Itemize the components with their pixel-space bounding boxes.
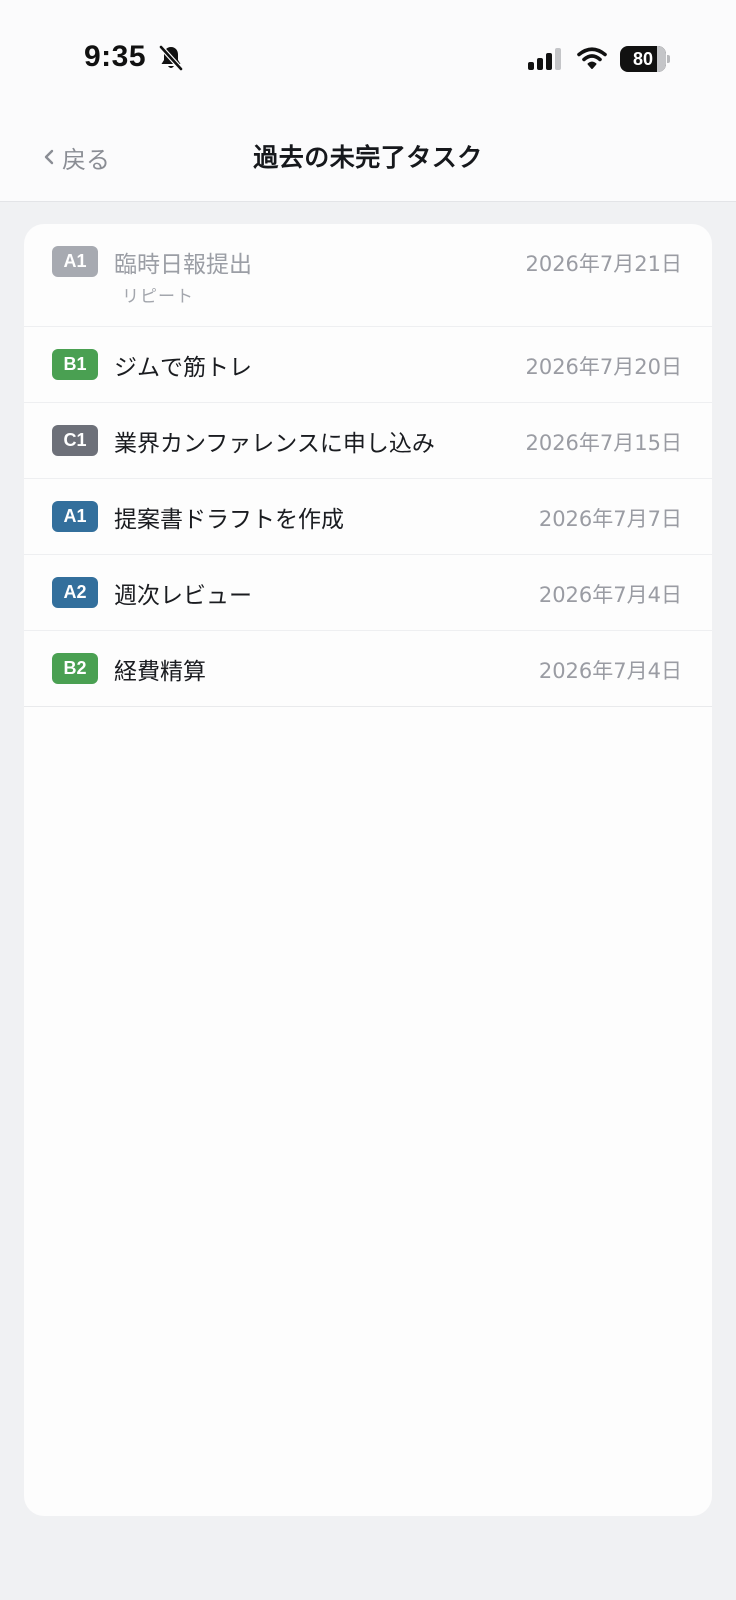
task-name: 臨時日報提出 bbox=[114, 252, 252, 278]
battery-indicator: 80 bbox=[620, 46, 670, 72]
navigation-bar: 戻る 過去の未完了タスク bbox=[0, 120, 736, 190]
priority-badge: B2 bbox=[52, 653, 98, 684]
priority-badge: C1 bbox=[52, 425, 98, 456]
task-date: 2026年7月20日 bbox=[525, 355, 682, 379]
task-date: 2026年7月4日 bbox=[538, 583, 682, 607]
task-row[interactable]: A1 臨時日報提出 リピート 2026年7月21日 bbox=[24, 224, 712, 327]
task-date: 2026年7月7日 bbox=[538, 507, 682, 531]
task-row[interactable]: B2 経費精算 2026年7月4日 bbox=[24, 631, 712, 707]
cellular-signal-icon bbox=[528, 48, 561, 70]
task-name: 業界カンファレンスに申し込み bbox=[114, 431, 435, 457]
task-date: 2026年7月15日 bbox=[525, 431, 682, 455]
task-name: ジムで筋トレ bbox=[114, 355, 252, 381]
task-name: 提案書ドラフトを作成 bbox=[114, 507, 344, 533]
screen: 9:35 80 戻る 過去の未完了タスク A1 臨時日報提出 リピート 2026… bbox=[0, 0, 736, 1600]
wifi-icon bbox=[577, 47, 607, 69]
repeat-label: リピート bbox=[122, 287, 194, 307]
task-row[interactable]: C1 業界カンファレンスに申し込み 2026年7月15日 bbox=[24, 403, 712, 479]
task-date: 2026年7月21日 bbox=[525, 252, 682, 276]
battery-level-text: 80 bbox=[632, 49, 654, 69]
task-name: 経費精算 bbox=[114, 659, 206, 685]
priority-badge: A1 bbox=[52, 501, 98, 532]
page-title: 過去の未完了タスク bbox=[253, 143, 483, 172]
status-time: 9:35 bbox=[84, 40, 147, 73]
status-bar: 9:35 80 bbox=[0, 0, 736, 100]
priority-badge: A2 bbox=[52, 577, 98, 608]
task-date: 2026年7月4日 bbox=[538, 659, 682, 683]
bell-slash-icon bbox=[159, 45, 183, 71]
battery-body: 80 bbox=[620, 46, 666, 72]
battery-cap bbox=[667, 55, 670, 63]
task-row[interactable]: B1 ジムで筋トレ 2026年7月20日 bbox=[24, 327, 712, 403]
task-row[interactable]: A1 提案書ドラフトを作成 2026年7月7日 bbox=[24, 479, 712, 555]
task-name: 週次レビュー bbox=[114, 583, 252, 609]
top-header: 9:35 80 戻る 過去の未完了タスク bbox=[0, 0, 736, 202]
priority-badge: B1 bbox=[52, 349, 98, 380]
task-list: A1 臨時日報提出 リピート 2026年7月21日 B1 ジムで筋トレ 2026… bbox=[24, 224, 712, 1516]
task-row[interactable]: A2 週次レビュー 2026年7月4日 bbox=[24, 555, 712, 631]
priority-badge: A1 bbox=[52, 246, 98, 277]
